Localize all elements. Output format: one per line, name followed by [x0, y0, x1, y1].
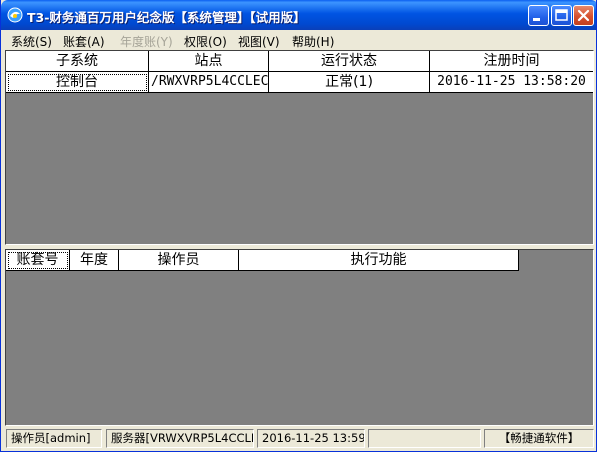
status-vendor: 【畅捷通软件】 [484, 429, 594, 448]
window-title: T3-财务通百万用户纪念版【系统管理】【试用版】 [27, 10, 306, 25]
table-row-status[interactable]: 正常(1) [269, 72, 430, 93]
status-server: 服务器[VRWXVRP5L4CCLE0] [106, 429, 254, 448]
table-row-site[interactable]: /RWXVRP5L4CCLEC [149, 72, 269, 93]
application-window: T3-财务通百万用户纪念版【系统管理】【试用版】 系统(S) 账套(A) 年度账… [0, 0, 597, 452]
operations-grid[interactable]: 账套号 年度 操作员 执行功能 [5, 249, 594, 426]
subsystem-grid[interactable]: 子系统 站点 运行状态 注册时间 控制台 /RWXVRP5L4CCLEC 正常(… [5, 50, 594, 245]
minimize-button[interactable] [528, 5, 549, 26]
menu-system[interactable]: 系统(S) [11, 33, 52, 50]
menu-account-set[interactable]: 账套(A) [63, 33, 105, 50]
table-row-register-time[interactable]: 2016-11-25 13:58:20 [430, 72, 593, 93]
table-row-subsystem[interactable]: 控制台 [6, 72, 149, 93]
menu-help[interactable]: 帮助(H) [292, 33, 334, 50]
title-bar[interactable]: T3-财务通百万用户纪念版【系统管理】【试用版】 [1, 0, 596, 30]
app-logo-icon [7, 7, 23, 23]
status-bar: 操作员[admin] 服务器[VRWXVRP5L4CCLE0] 2016-11-… [2, 426, 596, 451]
column-header-site[interactable]: 站点 [149, 51, 269, 72]
column-header-subsystem[interactable]: 子系统 [6, 51, 149, 72]
column-header-register-time[interactable]: 注册时间 [430, 51, 593, 72]
column-header-function[interactable]: 执行功能 [239, 250, 519, 271]
close-icon [577, 9, 590, 22]
menu-bar: 系统(S) 账套(A) 年度账(Y) 权限(O) 视图(V) 帮助(H) [2, 30, 596, 50]
column-header-status[interactable]: 运行状态 [269, 51, 430, 72]
minimize-icon [533, 18, 540, 21]
menu-view[interactable]: 视图(V) [238, 33, 280, 50]
maximize-button[interactable] [551, 5, 572, 26]
column-header-account-no[interactable]: 账套号 [6, 250, 70, 271]
column-header-operator[interactable]: 操作员 [119, 250, 239, 271]
status-datetime: 2016-11-25 13:59 [257, 429, 365, 448]
maximize-icon [555, 9, 568, 21]
menu-annual-account[interactable]: 年度账(Y) [120, 33, 173, 50]
status-empty [368, 429, 481, 448]
status-operator: 操作员[admin] [6, 429, 102, 448]
column-header-year[interactable]: 年度 [70, 250, 119, 271]
menu-permissions[interactable]: 权限(O) [184, 33, 227, 50]
close-button[interactable] [573, 5, 594, 26]
